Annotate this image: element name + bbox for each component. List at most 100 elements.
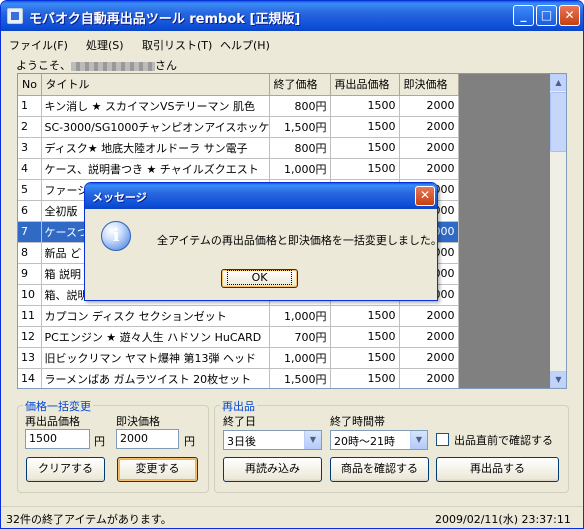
cell-end-price: 800円 [269, 95, 331, 117]
end-time-select[interactable]: 20時～21時 ▼ [330, 430, 428, 450]
cell-no: 5 [18, 179, 42, 201]
info-icon: i [101, 221, 131, 251]
table-row[interactable]: 4 ケース、説明書つき ★ チャイルズクエスト 1,000円 1500 2000 [18, 158, 459, 180]
menu-trade-list[interactable]: 取引リスト(T) [142, 37, 212, 53]
clear-button[interactable]: クリアする [26, 457, 105, 482]
cell-title: SC-3000/SG1000チャンピオンアイスホッケー [41, 116, 270, 138]
cell-relist-price: 1500 [330, 326, 400, 348]
cell-no: 4 [18, 158, 42, 180]
relist-legend: 再出品 [220, 398, 257, 414]
table-row[interactable]: 11 カプコン ディスク セクションゼット 1,000円 1500 2000 [18, 305, 459, 327]
window-title: モバオク自動再出品ツール rembok [正規版] [29, 12, 301, 27]
menu-file[interactable]: ファイル(F) [9, 37, 68, 53]
cell-buyout-price: 2000 [399, 137, 459, 159]
cell-buyout-price: 2000 [399, 305, 459, 327]
cell-end-price: 1,000円 [269, 347, 331, 369]
cell-no: 6 [18, 200, 42, 222]
cell-no: 8 [18, 242, 42, 264]
col-buyout-price[interactable]: 即決価格 [399, 74, 459, 96]
cell-relist-price: 1500 [330, 137, 400, 159]
menu-bar: ファイル(F) 処理(S) 取引リスト(T) ヘルプ(H) [1, 32, 583, 54]
menu-process[interactable]: 処理(S) [86, 37, 124, 53]
table-row[interactable]: 14 ラーメンばあ ガムラツイスト 20枚セット 1,500円 1500 2000 [18, 368, 459, 388]
cell-title: ディスク★ 地底大陸オルドーラ サン電子 [41, 137, 270, 159]
cell-no: 12 [18, 326, 42, 348]
cell-no: 1 [18, 95, 42, 117]
menu-help[interactable]: ヘルプ(H) [220, 37, 270, 53]
scroll-up-icon[interactable]: ▲ [550, 74, 566, 91]
vertical-scrollbar[interactable]: ▲ ▼ [550, 74, 566, 388]
cell-relist-price: 1500 [330, 347, 400, 369]
confirm-checkbox[interactable] [436, 433, 449, 446]
buyout-price-input[interactable]: 2000 [116, 429, 179, 449]
cell-end-price: 1,000円 [269, 158, 331, 180]
col-title[interactable]: タイトル [41, 74, 270, 96]
cell-title: PCエンジン ★ 遊々人生 ハドソン HuCARD [41, 326, 270, 348]
chevron-down-icon[interactable]: ▼ [410, 431, 427, 449]
relist-price-label: 再出品価格 [25, 415, 80, 428]
end-time-label: 終了時間帯 [330, 415, 385, 428]
confirm-checkbox-label[interactable]: 出品直前で確認する [454, 432, 553, 448]
cell-title: キン消し ★ スカイマンVSテリーマン 肌色 [41, 95, 270, 117]
cell-relist-price: 1500 [330, 158, 400, 180]
cell-title: ケース、説明書つき ★ チャイルズクエスト [41, 158, 270, 180]
cell-buyout-price: 2000 [399, 116, 459, 138]
cell-relist-price: 1500 [330, 368, 400, 388]
relist-price-input[interactable]: 1500 [25, 429, 90, 449]
ok-button[interactable]: OK [221, 269, 298, 288]
cell-end-price: 800円 [269, 137, 331, 159]
chevron-down-icon[interactable]: ▼ [304, 431, 321, 449]
cell-no: 13 [18, 347, 42, 369]
cell-title: ラーメンばあ ガムラツイスト 20枚セット [41, 368, 270, 388]
cell-relist-price: 1500 [330, 305, 400, 327]
cell-no: 3 [18, 137, 42, 159]
scroll-thumb[interactable] [550, 92, 566, 152]
reload-button[interactable]: 再読み込み [223, 457, 322, 482]
dialog-title-bar[interactable]: メッセージ ✕ [85, 183, 437, 209]
cell-end-price: 700円 [269, 326, 331, 348]
end-day-value: 3日後 [227, 435, 256, 448]
cell-title: 旧ビックリマン ヤマト爆神 第13弾 ヘッド [41, 347, 270, 369]
dialog-message: 全アイテムの再出品価格と即決価格を一括変更しました。 [157, 234, 442, 247]
cell-no: 9 [18, 263, 42, 285]
dialog-title: メッセージ [92, 191, 147, 204]
scroll-down-icon[interactable]: ▼ [550, 371, 566, 388]
cell-no: 10 [18, 284, 42, 306]
table-row[interactable]: 1 キン消し ★ スカイマンVSテリーマン 肌色 800円 1500 2000 [18, 95, 459, 117]
dialog-close-button[interactable]: ✕ [415, 186, 435, 206]
check-items-button[interactable]: 商品を確認する [330, 457, 429, 482]
table-row[interactable]: 2 SC-3000/SG1000チャンピオンアイスホッケー 1,500円 1500 20… [18, 116, 459, 138]
relist-price-unit: 円 [94, 435, 105, 448]
bulk-price-legend: 価格一括変更 [23, 398, 93, 414]
col-end-price[interactable]: 終了価格 [269, 74, 331, 96]
maximize-button[interactable]: □ [536, 5, 557, 26]
blurred-username [71, 61, 155, 71]
cell-end-price: 1,500円 [269, 116, 331, 138]
cell-buyout-price: 2000 [399, 158, 459, 180]
app-icon [7, 8, 23, 24]
greeting: ようこそ、 さん [16, 57, 177, 73]
col-no[interactable]: No [18, 74, 42, 96]
cell-buyout-price: 2000 [399, 95, 459, 117]
message-dialog: メッセージ ✕ i 全アイテムの再出品価格と即決価格を一括変更しました。 OK [84, 182, 442, 301]
end-day-select[interactable]: 3日後 ▼ [223, 430, 322, 450]
cell-relist-price: 1500 [330, 116, 400, 138]
table-row[interactable]: 12 PCエンジン ★ 遊々人生 ハドソン HuCARD 700円 1500 2000 [18, 326, 459, 348]
relist-button[interactable]: 再出品する [436, 457, 559, 482]
col-relist-price[interactable]: 再出品価格 [330, 74, 400, 96]
greeting-suffix: さん [155, 59, 177, 72]
cell-buyout-price: 2000 [399, 368, 459, 388]
cell-buyout-price: 2000 [399, 347, 459, 369]
end-time-value: 20時～21時 [334, 435, 395, 448]
minimize-button[interactable]: _ [513, 5, 534, 26]
cell-end-price: 1,000円 [269, 305, 331, 327]
cell-title: カプコン ディスク セクションゼット [41, 305, 270, 327]
title-bar[interactable]: モバオク自動再出品ツール rembok [正規版] _ □ ✕ [1, 1, 583, 31]
cell-no: 14 [18, 368, 42, 388]
table-row[interactable]: 3 ディスク★ 地底大陸オルドーラ サン電子 800円 1500 2000 [18, 137, 459, 159]
table-header: No タイトル 終了価格 再出品価格 即決価格 [18, 74, 459, 96]
status-bar: 32件の終了アイテムがあります。 2009/02/11(水) 23:37:11 [1, 506, 583, 528]
change-button[interactable]: 変更する [117, 457, 198, 482]
close-button[interactable]: ✕ [559, 5, 580, 26]
table-row[interactable]: 13 旧ビックリマン ヤマト爆神 第13弾 ヘッド 1,000円 1500 2000 [18, 347, 459, 369]
